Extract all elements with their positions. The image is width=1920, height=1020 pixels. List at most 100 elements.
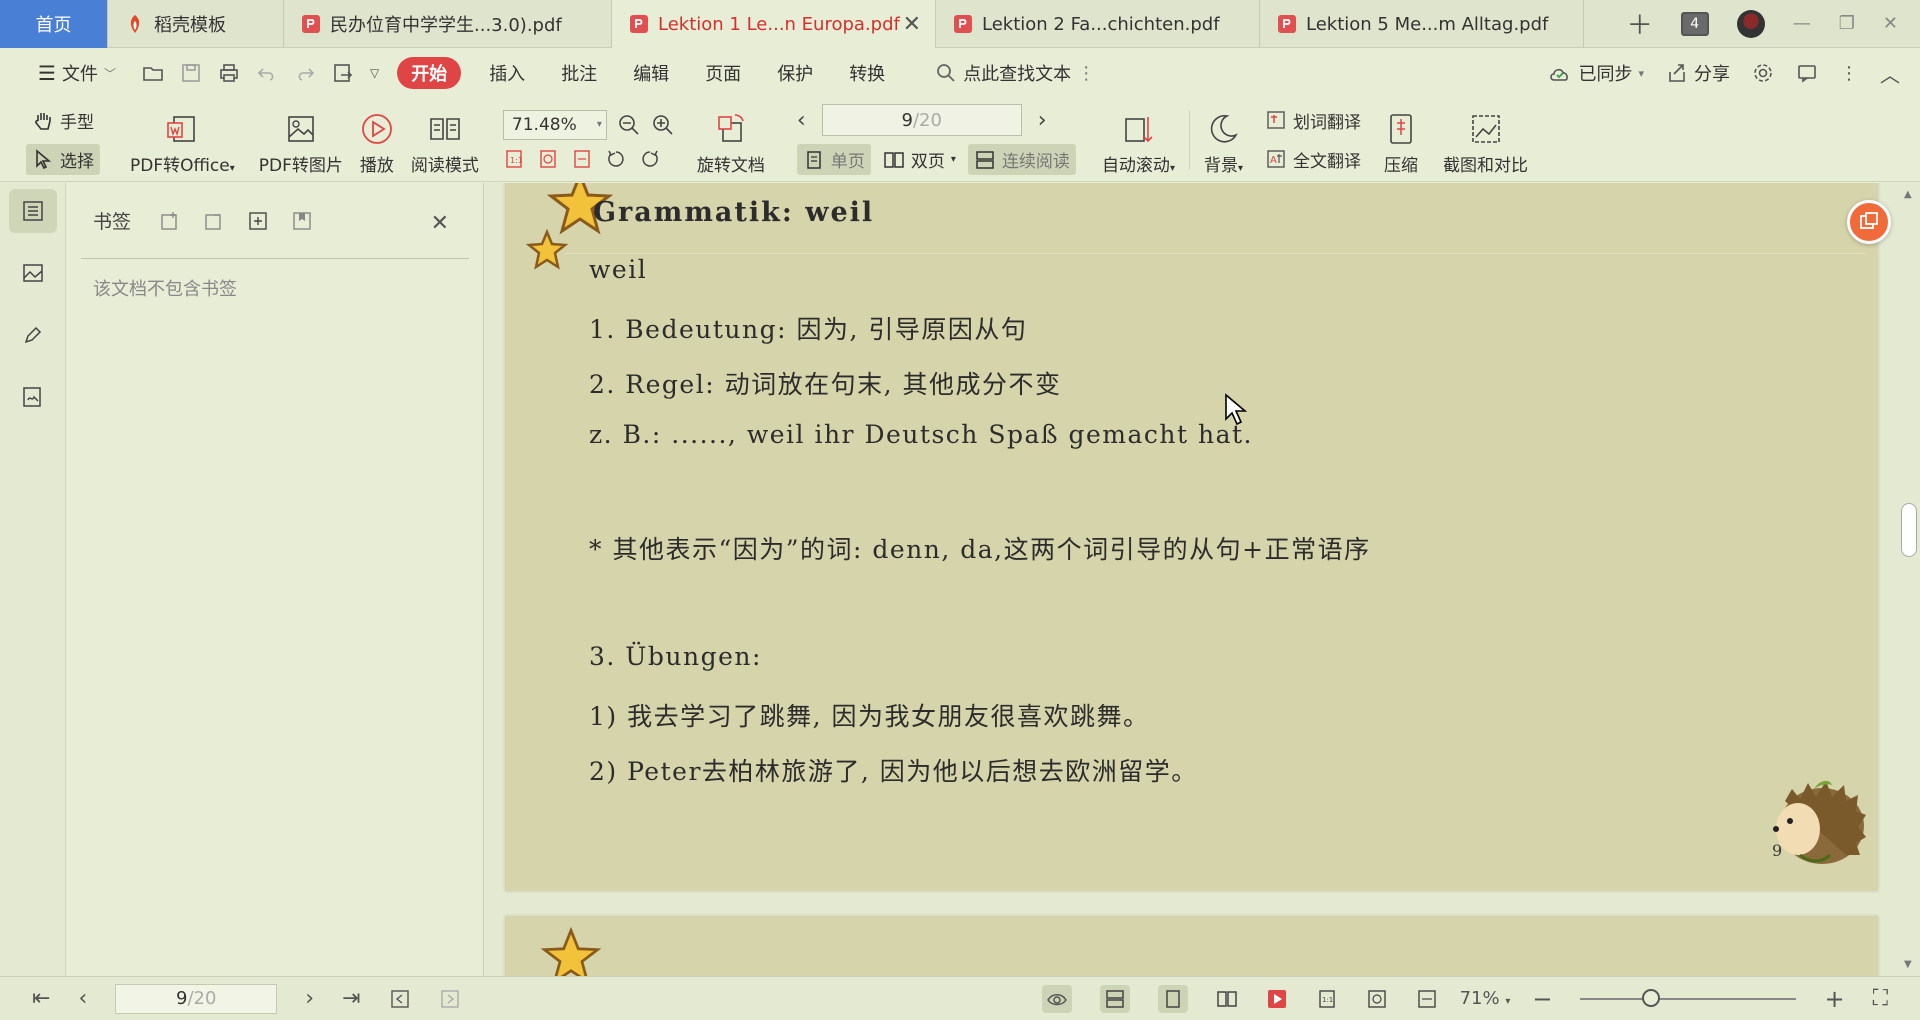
status-page-input[interactable]: 9 /20	[115, 983, 278, 1014]
vertical-scrollbar[interactable]: ▲ ▼	[1898, 183, 1920, 976]
menu-tab-comment[interactable]: 批注	[543, 60, 615, 86]
window-close-icon[interactable]: ✕	[1883, 13, 1898, 34]
export-icon[interactable]	[331, 61, 355, 85]
last-page-icon[interactable]: ⇥	[342, 986, 360, 1011]
pdf-to-office-button[interactable]: PDF转Office▾	[122, 104, 243, 176]
scroll-up-icon[interactable]: ▲	[1904, 189, 1912, 200]
single-page-button[interactable]: 单页	[796, 144, 871, 175]
bookmark-icon[interactable]	[291, 210, 313, 232]
tab-lektion-1[interactable]: Lektion 1 Le...n Europa.pdf ✕	[612, 0, 936, 48]
zoom-slider[interactable]	[1580, 988, 1797, 1007]
full-translate-button[interactable]: A 全文翻译	[1259, 144, 1367, 175]
prev-page-icon[interactable]: ‹	[78, 986, 87, 1011]
gear-icon[interactable]	[1752, 62, 1774, 84]
compress-button[interactable]: 压缩	[1375, 104, 1427, 176]
rotate-right-icon[interactable]	[639, 148, 661, 170]
remove-bookmark-icon[interactable]	[203, 210, 225, 232]
avatar[interactable]	[1736, 9, 1765, 38]
close-icon[interactable]: ✕	[431, 211, 449, 236]
forward-view-icon[interactable]	[439, 988, 461, 1010]
signature-panel-toggle[interactable]	[9, 375, 57, 419]
scroll-down-icon[interactable]: ▼	[1904, 959, 1912, 970]
file-menu-label: 文件	[61, 64, 98, 85]
double-view-icon[interactable]	[1216, 988, 1238, 1010]
minimize-icon[interactable]: —	[1793, 13, 1811, 34]
new-tab-plus-icon[interactable]: ＋	[1627, 5, 1653, 42]
more-vertical-icon[interactable]: ⋮	[1840, 63, 1858, 84]
zoom-slider-knob[interactable]	[1642, 988, 1661, 1007]
more-vertical-icon[interactable]: ⋮	[1077, 63, 1095, 84]
select-tool-button[interactable]: 选择	[26, 143, 100, 175]
zoom-out-icon[interactable]	[617, 113, 641, 137]
share-button[interactable]: 分享	[1666, 60, 1730, 86]
close-icon[interactable]: ✕	[903, 12, 921, 37]
continuous-view-icon[interactable]	[1099, 984, 1130, 1013]
back-view-icon[interactable]	[389, 988, 411, 1010]
double-page-button[interactable]: 双页 ▾	[877, 144, 962, 175]
quick-access-dropdown-icon[interactable]: ▽	[370, 66, 379, 80]
redo-icon[interactable]	[293, 61, 317, 85]
read-mode-button[interactable]: 阅读模式	[403, 104, 487, 176]
find-text-button[interactable]: 点此查找文本 ⋮	[917, 60, 1113, 86]
auto-scroll-button[interactable]: 自动滚动▾	[1094, 104, 1183, 176]
zoom-percent-select[interactable]: 71% ▾	[1460, 988, 1511, 1009]
menu-tab-insert[interactable]: 插入	[471, 60, 543, 86]
tab-home[interactable]: 首页	[0, 0, 108, 48]
message-icon[interactable]	[1796, 62, 1818, 84]
restore-icon[interactable]: ❐	[1839, 13, 1855, 34]
eye-protection-icon[interactable]	[1041, 984, 1072, 1013]
actual-size-icon[interactable]: 1:1	[1316, 988, 1338, 1010]
rotate-left-icon[interactable]	[605, 148, 627, 170]
annotation-panel-toggle[interactable]	[9, 313, 57, 357]
pdf-to-image-button[interactable]: PDF转图片	[251, 104, 351, 176]
play-button[interactable]: 播放	[351, 104, 403, 176]
tab-pdf-school[interactable]: 民办位育中学学生...3.0).pdf	[284, 0, 612, 48]
actual-size-icon[interactable]: 1:1	[503, 148, 525, 170]
zoom-level-select[interactable]: 71.48% ▾	[502, 109, 607, 140]
fit-page-icon[interactable]	[537, 148, 559, 170]
page-number-input[interactable]: 9 /20	[821, 104, 1022, 136]
rotate-document-button[interactable]: 旋转文档	[689, 104, 773, 176]
screenshot-compare-button[interactable]: 截图和对比	[1435, 104, 1536, 176]
bookmark-panel-toggle[interactable]	[8, 189, 57, 233]
zoom-in-icon[interactable]	[651, 113, 675, 137]
sync-status-button[interactable]: 已同步 ▾	[1548, 60, 1644, 86]
word-translate-button[interactable]: 划词翻译	[1259, 105, 1367, 136]
undo-icon[interactable]	[255, 61, 279, 85]
menu-tab-start[interactable]: 开始	[397, 57, 462, 89]
menu-tab-convert[interactable]: 转换	[831, 60, 903, 86]
collapse-ribbon-icon[interactable]: ︿	[1880, 59, 1900, 88]
slideshow-play-icon[interactable]	[1266, 988, 1288, 1010]
zoom-in-plus-icon[interactable]: +	[1824, 985, 1844, 1013]
next-page-icon[interactable]: ›	[305, 986, 314, 1011]
thumbnail-panel-toggle[interactable]	[9, 251, 57, 295]
tab-lektion-5[interactable]: Lektion 5 Me...m Alltag.pdf	[1260, 0, 1584, 48]
menu-tab-protect[interactable]: 保护	[759, 60, 831, 86]
open-folder-icon[interactable]	[141, 61, 165, 85]
next-page-icon[interactable]: ›	[1038, 108, 1047, 133]
fullscreen-icon[interactable]: ⛶	[1873, 986, 1888, 1011]
fit-width-icon[interactable]	[571, 148, 593, 170]
continuous-read-button[interactable]: 连续阅读	[967, 144, 1076, 175]
print-icon[interactable]	[217, 61, 241, 85]
zoom-out-minus-icon[interactable]: −	[1532, 985, 1552, 1013]
insert-bookmark-icon[interactable]	[247, 210, 269, 232]
background-button[interactable]: 背景▾	[1196, 104, 1251, 176]
menu-tab-edit[interactable]: 编辑	[615, 60, 687, 86]
fit-page-icon[interactable]	[1366, 988, 1388, 1010]
hand-tool-button[interactable]: 手型	[26, 105, 100, 136]
window-count-badge[interactable]: 4	[1680, 11, 1709, 36]
file-menu[interactable]: ☰ 文件 ﹀	[20, 60, 134, 86]
document-viewer[interactable]: Grammatik: weil weil 1. Bedeutung: 因为, 引…	[485, 183, 1898, 976]
floating-assistant-button[interactable]	[1847, 200, 1891, 244]
menu-tab-page[interactable]: 页面	[687, 60, 759, 86]
tab-lektion-2[interactable]: Lektion 2 Fa...chichten.pdf	[936, 0, 1260, 48]
save-icon[interactable]	[179, 61, 203, 85]
scrollbar-thumb[interactable]	[1901, 503, 1917, 557]
single-view-icon[interactable]	[1157, 984, 1188, 1013]
fit-width-icon[interactable]	[1416, 988, 1438, 1010]
first-page-icon[interactable]: ⇤	[32, 986, 50, 1011]
prev-page-icon[interactable]: ‹	[797, 108, 806, 133]
add-bookmark-icon[interactable]	[159, 210, 181, 232]
tab-docer-templates[interactable]: 稻壳模板	[108, 0, 284, 48]
